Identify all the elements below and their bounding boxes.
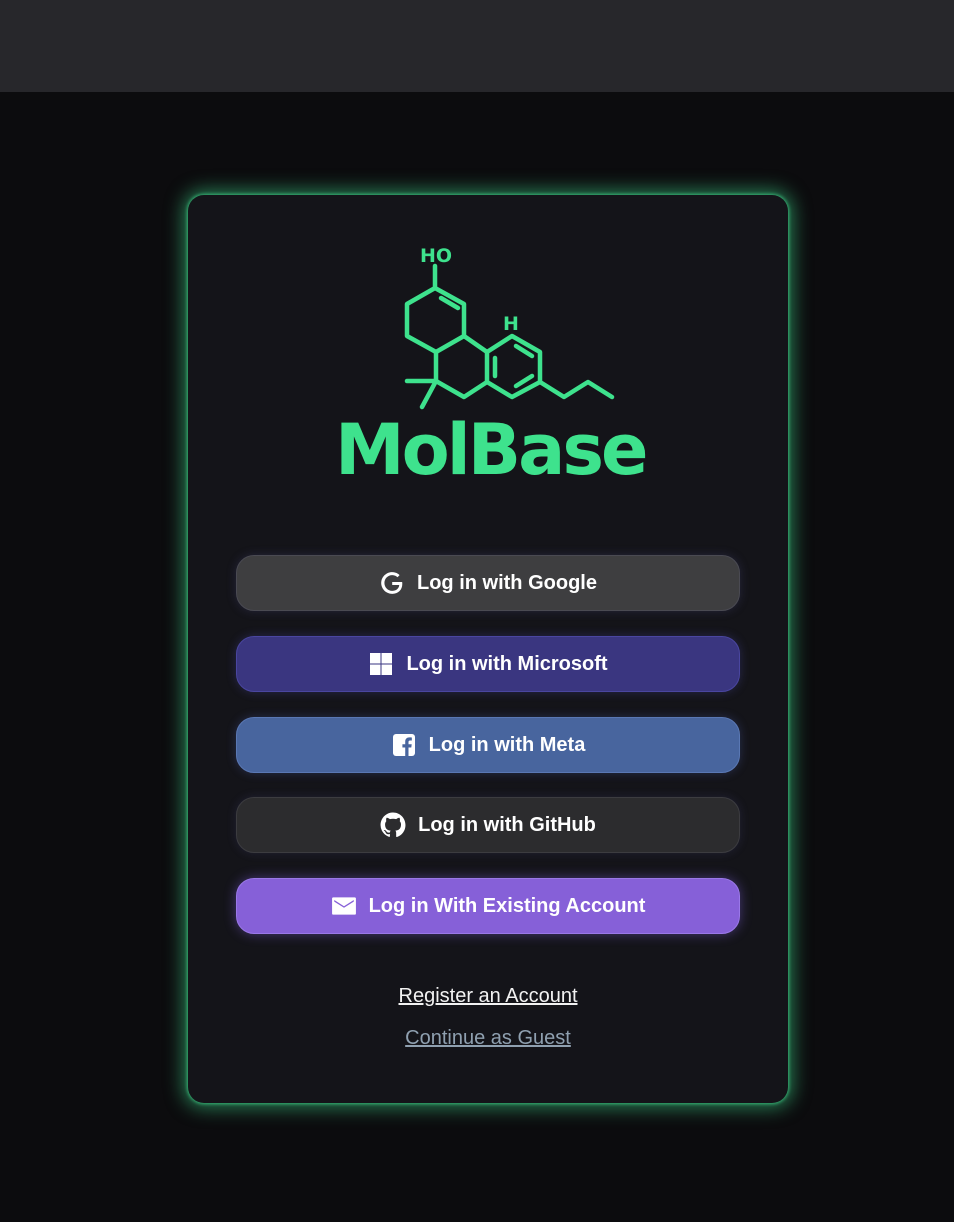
login-existing-account-label: Log in With Existing Account <box>368 894 646 917</box>
continue-as-guest-link[interactable]: Continue as Guest <box>188 1027 788 1050</box>
login-meta-label: Log in with Meta <box>428 733 586 756</box>
logo-label-h: H <box>503 313 519 335</box>
github-icon <box>380 812 406 838</box>
mail-icon <box>331 893 357 919</box>
register-account-link[interactable]: Register an Account <box>188 985 788 1008</box>
login-microsoft-label: Log in with Microsoft <box>406 652 608 675</box>
login-meta-button[interactable]: Log in with Meta <box>236 717 740 773</box>
login-github-label: Log in with GitHub <box>418 813 596 836</box>
browser-top-bar <box>0 0 954 92</box>
google-icon <box>379 570 405 596</box>
login-google-label: Log in with Google <box>417 571 597 594</box>
app-logo-text: MolBase <box>335 409 648 491</box>
login-google-button[interactable]: Log in with Google <box>236 555 740 611</box>
facebook-icon <box>391 732 417 758</box>
login-existing-account-button[interactable]: Log in With Existing Account <box>236 878 740 934</box>
login-github-button[interactable]: Log in with GitHub <box>236 797 740 853</box>
login-microsoft-button[interactable]: Log in with Microsoft <box>236 636 740 692</box>
logo-label-ho: HO <box>420 245 452 267</box>
microsoft-icon <box>368 651 394 677</box>
